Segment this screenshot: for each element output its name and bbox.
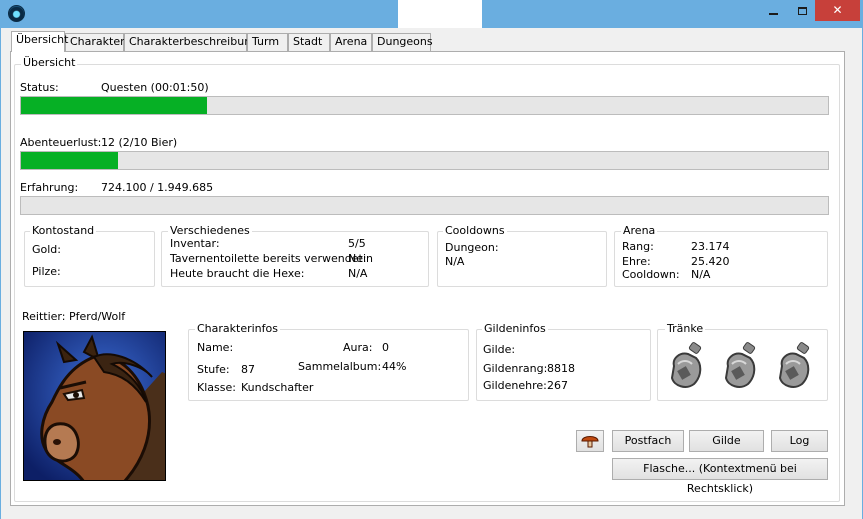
verschiedenes-title: Verschiedenes <box>168 224 252 237</box>
dungeon-value: N/A <box>445 255 465 268</box>
aura-label: Aura: <box>343 341 373 354</box>
close-icon: ✕ <box>832 3 843 17</box>
arena-cooldown-value: N/A <box>691 268 711 281</box>
charinfo-title: Charakterinfos <box>195 322 280 335</box>
overview-group-title: Übersicht <box>21 56 78 69</box>
tab-dungeons[interactable]: Dungeons <box>372 33 433 51</box>
title-area <box>398 0 482 28</box>
tab-arena[interactable]: Arena <box>330 33 372 51</box>
potion-slot-2[interactable] <box>720 342 760 395</box>
inventory-label: Inventar: <box>170 237 220 250</box>
horse-portrait-image <box>24 332 165 480</box>
status-progress-fill <box>21 97 207 114</box>
minimize-icon <box>768 12 778 15</box>
guild-label: Gilde: <box>483 343 516 356</box>
potion-bottle-icon <box>724 342 756 388</box>
app-icon[interactable] <box>8 5 25 22</box>
xp-progress-bar <box>20 196 829 215</box>
album-value: 44% <box>382 360 407 373</box>
tab-page-uebersicht: Übersicht Status: Questen (00:01:50) Abe… <box>10 51 845 506</box>
kontostand-group <box>24 231 155 287</box>
guild-rank-value: 8818 <box>547 362 575 375</box>
adventure-value: 12 (2/10 Bier) <box>101 136 178 149</box>
maximize-button[interactable] <box>789 0 815 21</box>
dungeon-label: Dungeon: <box>445 241 499 254</box>
adventure-progress-fill <box>21 152 118 169</box>
level-value: 87 <box>241 363 255 376</box>
guild-honor-label: Gildenehre: <box>483 379 547 392</box>
postfach-button[interactable]: Postfach <box>612 430 684 452</box>
arena-honor-value: 25.420 <box>691 255 730 268</box>
potion-slot-3[interactable] <box>774 342 814 395</box>
arena-honor-label: Ehre: <box>622 255 651 268</box>
class-value: Kundschafter <box>241 381 314 394</box>
tab-charakter[interactable]: Charakter <box>65 33 125 51</box>
aura-value: 0 <box>382 341 389 354</box>
adventure-label: Abenteuerlust: <box>20 136 102 149</box>
tab-uebersicht[interactable]: Übersicht <box>11 31 68 52</box>
mount-value: Pferd/Wolf <box>69 310 126 323</box>
potion-slot-1[interactable] <box>666 342 706 395</box>
potion-bottle-icon <box>778 342 810 388</box>
divider <box>17 300 824 301</box>
flasche-button[interactable]: Flasche... (Kontextmenü bei Rechtsklick) <box>612 458 828 495</box>
tab-stadt[interactable]: Stadt <box>288 33 330 51</box>
arena-title: Arena <box>621 224 658 237</box>
witch-label: Heute braucht die Hexe: <box>170 267 305 280</box>
gilde-button[interactable]: Gilde <box>689 430 764 452</box>
guild-honor-value: 267 <box>547 379 568 392</box>
inventory-value: 5/5 <box>348 237 366 250</box>
close-button[interactable]: ✕ <box>815 0 860 21</box>
tavern-toilet-value: Nein <box>348 252 374 265</box>
maximize-icon <box>797 6 807 15</box>
tab-charakterbeschreibung[interactable]: Charakterbeschreibung <box>124 33 258 51</box>
potions-title: Tränke <box>665 322 706 335</box>
adventure-progress-bar <box>20 151 829 170</box>
kontostand-title: Kontostand <box>30 224 97 237</box>
minimize-button[interactable] <box>757 0 789 21</box>
mushroom-icon <box>581 436 599 448</box>
tab-turm[interactable]: Turm <box>247 33 288 51</box>
char-name-label: Name: <box>197 341 234 354</box>
album-label: Sammelalbum: <box>298 360 382 373</box>
mount-portrait <box>23 331 166 481</box>
class-label: Klasse: <box>197 381 236 394</box>
pilze-label: Pilze: <box>32 265 61 278</box>
xp-value: 724.100 / 1.949.685 <box>101 181 214 194</box>
mushroom-button[interactable] <box>576 430 604 452</box>
arena-cooldown-label: Cooldown: <box>622 268 680 281</box>
level-label: Stufe: <box>197 363 230 376</box>
divider <box>20 123 824 124</box>
guildinfo-title: Gildeninfos <box>482 322 548 335</box>
divider <box>189 413 824 414</box>
status-value: Questen (00:01:50) <box>101 81 209 94</box>
log-button[interactable]: Log <box>771 430 828 452</box>
status-progress-bar <box>20 96 829 115</box>
mount-label: Reittier: <box>22 310 66 323</box>
cooldowns-title: Cooldowns <box>443 224 507 237</box>
tavern-toilet-label: Tavernentoilette bereits verwendet: <box>170 252 367 265</box>
arena-rank-value: 23.174 <box>691 240 730 253</box>
gold-label: Gold: <box>32 243 61 256</box>
witch-value: N/A <box>348 267 368 280</box>
arena-rank-label: Rang: <box>622 240 654 253</box>
status-label: Status: <box>20 81 59 94</box>
xp-label: Erfahrung: <box>20 181 79 194</box>
guild-rank-label: Gildenrang: <box>483 362 548 375</box>
potion-bottle-icon <box>670 342 702 388</box>
